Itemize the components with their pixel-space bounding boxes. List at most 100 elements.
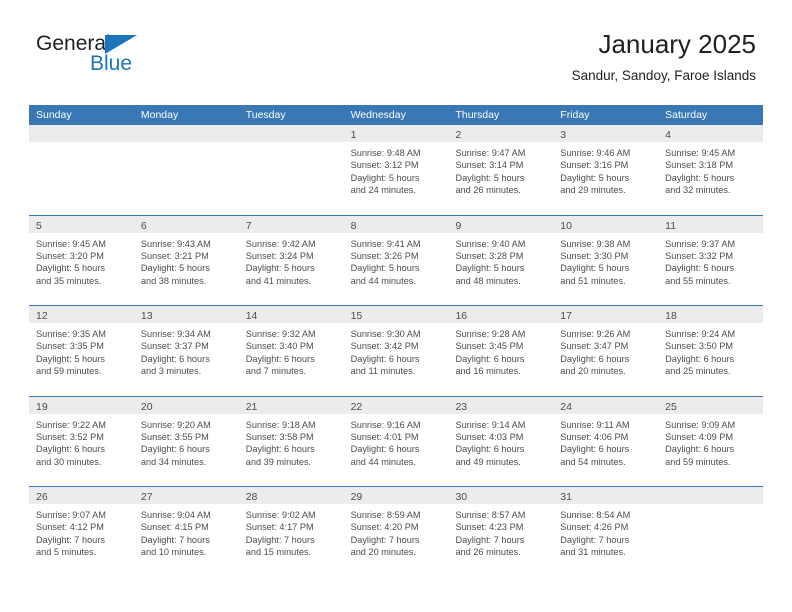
calendar-day-cell[interactable]: 19 Sunrise: 9:22 AM Sunset: 3:52 PM Dayligh… — [29, 396, 134, 486]
daylight-text-line1: Daylight: 5 hours — [350, 172, 420, 183]
calendar-day-cell[interactable]: 4 Sunrise: 9:45 AM Sunset: 3:18 PM Daylight… — [658, 125, 764, 215]
calendar-day-cell[interactable]: 7 Sunrise: 9:42 AM Sunset: 3:24 PM Daylight… — [238, 215, 344, 305]
sunrise-text: Sunrise: 9:11 AM — [560, 419, 630, 430]
sunset-text: Sunset: 3:28 PM — [455, 250, 524, 261]
calendar-day-cell[interactable]: 30 Sunrise: 8:57 AM Sunset: 4:23 PM Dayligh… — [448, 487, 554, 578]
weekday-header-monday: Monday — [140, 109, 179, 121]
day-number-strip: 10 — [553, 215, 659, 233]
sunset-text: Sunset: 3:18 PM — [665, 160, 734, 171]
sunrise-text: Sunrise: 9:22 AM — [36, 419, 106, 430]
calendar-day-cell-empty — [658, 487, 764, 578]
day-details: Sunrise: 9:42 AM Sunset: 3:24 PM Daylight:… — [239, 233, 344, 288]
calendar-day-cell[interactable]: 13 Sunrise: 9:34 AM Sunset: 3:37 PM Dayligh… — [133, 306, 239, 396]
calendar-day-cell[interactable]: 15 Sunrise: 9:30 AM Sunset: 3:42 PM Dayligh… — [343, 306, 449, 396]
page-subtitle: Sandur, Sandoy, Faroe Islands — [571, 68, 756, 83]
day-number-strip: 6 — [133, 215, 239, 233]
calendar-day-cell[interactable]: 5 Sunrise: 9:45 AM Sunset: 3:20 PM Daylight… — [29, 215, 134, 305]
day-details: Sunrise: 8:54 AM Sunset: 4:26 PM Daylight:… — [553, 504, 658, 559]
calendar-day-cell[interactable]: 26 Sunrise: 9:07 AM Sunset: 4:12 PM Dayligh… — [29, 487, 134, 578]
daylight-text-line1: Daylight: 5 hours — [245, 263, 315, 274]
day-number-strip: 11 — [658, 215, 764, 233]
sunset-text: Sunset: 4:09 PM — [665, 431, 734, 442]
sunrise-text: Sunrise: 8:59 AM — [350, 510, 421, 520]
day-number-strip — [133, 125, 239, 142]
day-number-strip: 5 — [29, 215, 134, 233]
day-details: Sunrise: 9:40 AM Sunset: 3:28 PM Daylight:… — [448, 233, 553, 288]
calendar-day-cell[interactable]: 20 Sunrise: 9:20 AM Sunset: 3:55 PM Dayligh… — [133, 396, 239, 486]
calendar-day-cell[interactable]: 11 Sunrise: 9:37 AM Sunset: 3:32 PM Dayligh… — [658, 215, 764, 305]
sunset-text: Sunset: 3:32 PM — [665, 250, 734, 261]
calendar-day-cell[interactable]: 28 Sunrise: 9:02 AM Sunset: 4:17 PM Dayligh… — [238, 487, 344, 578]
day-details: Sunrise: 9:30 AM Sunset: 3:42 PM Daylight:… — [344, 323, 449, 378]
weekday-header-friday: Friday — [560, 109, 590, 121]
daylight-text-line2: and 3 minutes. — [140, 366, 202, 377]
day-details: Sunrise: 9:34 AM Sunset: 3:37 PM Daylight:… — [134, 323, 239, 378]
day-number-strip: 15 — [343, 306, 449, 323]
day-number: 1 — [350, 129, 357, 141]
weekday-header-saturday: Saturday — [665, 109, 708, 121]
daylight-text-line2: and 5 minutes. — [36, 547, 97, 558]
calendar-day-cell[interactable]: 12 Sunrise: 9:35 AM Sunset: 3:35 PM Dayligh… — [29, 306, 134, 396]
day-number-strip: 18 — [658, 306, 764, 323]
daylight-text-line2: and 30 minutes. — [36, 456, 102, 467]
calendar-day-cell[interactable]: 14 Sunrise: 9:32 AM Sunset: 3:40 PM Dayligh… — [238, 306, 344, 396]
daylight-text-line2: and 15 minutes. — [245, 547, 312, 558]
calendar-week-row: 19 Sunrise: 9:22 AM Sunset: 3:52 PM Dayligh… — [29, 396, 764, 487]
day-number-strip: 22 — [343, 396, 449, 414]
daylight-text-line2: and 38 minutes. — [140, 275, 207, 286]
daylight-text-line1: Daylight: 6 hours — [140, 353, 210, 364]
general-blue-logo[interactable]: General Blue — [36, 33, 186, 81]
sunrise-text: Sunrise: 8:57 AM — [455, 510, 526, 520]
daylight-text-line1: Daylight: 6 hours — [350, 444, 420, 455]
calendar-day-cell[interactable]: 2 Sunrise: 9:47 AM Sunset: 3:14 PM Daylight… — [448, 125, 554, 215]
sunset-text: Sunset: 3:47 PM — [560, 341, 629, 352]
calendar-day-cell[interactable]: 23 Sunrise: 9:14 AM Sunset: 4:03 PM Dayligh… — [448, 396, 554, 486]
calendar-day-cell[interactable]: 18 Sunrise: 9:24 AM Sunset: 3:50 PM Dayligh… — [658, 306, 764, 396]
day-number: 19 — [36, 400, 48, 413]
daylight-text-line2: and 20 minutes. — [350, 547, 416, 558]
sunrise-text: Sunrise: 9:16 AM — [350, 419, 421, 430]
day-number: 23 — [455, 400, 468, 413]
sunset-text: Sunset: 3:30 PM — [560, 250, 629, 261]
day-number-strip: 13 — [133, 306, 239, 323]
daylight-text-line2: and 31 minutes. — [560, 547, 626, 558]
calendar-page: General Blue January 2025 Sandur, Sandoy… — [0, 0, 792, 612]
day-details: Sunrise: 9:07 AM Sunset: 4:12 PM Daylight:… — [29, 504, 134, 559]
calendar-day-cell[interactable]: 27 Sunrise: 9:04 AM Sunset: 4:15 PM Dayligh… — [133, 487, 239, 578]
calendar-day-cell[interactable]: 1 Sunrise: 9:48 AM Sunset: 3:12 PM Daylight… — [343, 125, 449, 215]
calendar-day-cell[interactable]: 25 Sunrise: 9:09 AM Sunset: 4:09 PM Dayligh… — [658, 396, 764, 486]
calendar-day-cell-empty — [133, 125, 239, 215]
day-number: 7 — [245, 219, 252, 232]
calendar-day-cell[interactable]: 31 Sunrise: 8:54 AM Sunset: 4:26 PM Dayligh… — [553, 487, 659, 578]
sunrise-text: Sunrise: 9:09 AM — [665, 419, 736, 430]
sunset-text: Sunset: 3:50 PM — [665, 341, 734, 352]
sunrise-text: Sunrise: 9:41 AM — [350, 238, 421, 249]
daylight-text-line2: and 54 minutes. — [560, 456, 626, 467]
calendar-day-cell[interactable]: 17 Sunrise: 9:26 AM Sunset: 3:47 PM Dayligh… — [553, 306, 659, 396]
daylight-text-line1: Daylight: 5 hours — [665, 172, 735, 183]
calendar-day-cell[interactable]: 8 Sunrise: 9:41 AM Sunset: 3:26 PM Daylight… — [343, 215, 449, 305]
daylight-text-line2: and 55 minutes. — [665, 275, 731, 286]
sunset-text: Sunset: 3:42 PM — [350, 341, 419, 352]
calendar-week-row: 26 Sunrise: 9:07 AM Sunset: 4:12 PM Dayligh… — [29, 487, 764, 578]
day-details: Sunrise: 9:20 AM Sunset: 3:55 PM Daylight:… — [134, 414, 239, 469]
calendar-day-cell[interactable]: 3 Sunrise: 9:46 AM Sunset: 3:16 PM Daylight… — [553, 125, 659, 215]
calendar-day-cell[interactable]: 10 Sunrise: 9:38 AM Sunset: 3:30 PM Dayligh… — [553, 215, 659, 305]
day-number: 3 — [560, 129, 567, 141]
calendar-day-cell[interactable]: 21 Sunrise: 9:18 AM Sunset: 3:58 PM Dayligh… — [238, 396, 344, 486]
day-details: Sunrise: 9:35 AM Sunset: 3:35 PM Daylight:… — [29, 323, 134, 378]
weekday-header-wednesday: Wednesday — [350, 109, 406, 121]
calendar-day-cell[interactable]: 9 Sunrise: 9:40 AM Sunset: 3:28 PM Daylight… — [448, 215, 554, 305]
calendar-day-cell[interactable]: 24 Sunrise: 9:11 AM Sunset: 4:06 PM Dayligh… — [553, 396, 659, 486]
calendar-day-cell[interactable]: 29 Sunrise: 8:59 AM Sunset: 4:20 PM Dayligh… — [343, 487, 449, 578]
day-details: Sunrise: 9:14 AM Sunset: 4:03 PM Daylight:… — [448, 414, 553, 469]
calendar-day-cell[interactable]: 22 Sunrise: 9:16 AM Sunset: 4:01 PM Dayligh… — [343, 396, 449, 486]
calendar-day-cell[interactable]: 16 Sunrise: 9:28 AM Sunset: 3:45 PM Dayligh… — [448, 306, 554, 396]
day-number-strip: 4 — [658, 125, 764, 142]
daylight-text-line1: Daylight: 6 hours — [665, 353, 735, 364]
daylight-text-line2: and 59 minutes. — [36, 366, 102, 377]
daylight-text-line2: and 24 minutes. — [350, 185, 416, 196]
day-details: Sunrise: 9:11 AM Sunset: 4:06 PM Daylight:… — [553, 414, 658, 469]
calendar-day-cell[interactable]: 6 Sunrise: 9:43 AM Sunset: 3:21 PM Daylight… — [133, 215, 239, 305]
sunset-text: Sunset: 4:03 PM — [455, 431, 524, 442]
